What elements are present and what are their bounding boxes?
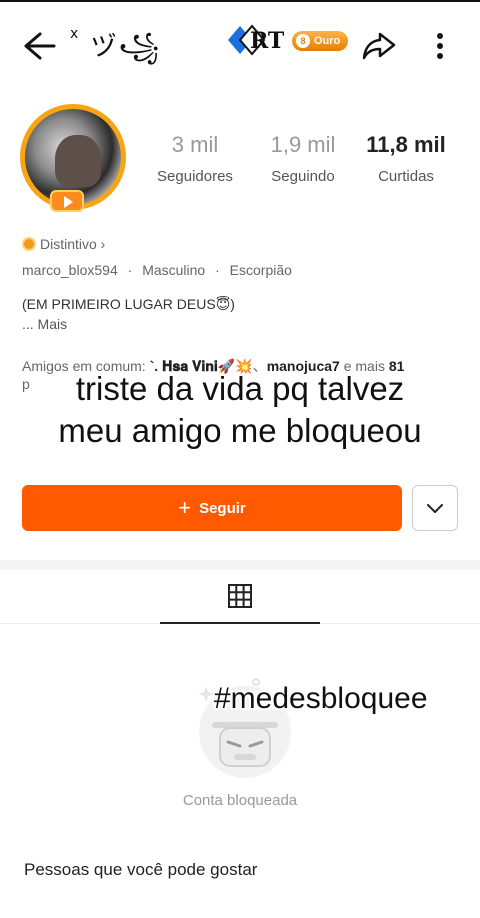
avatar-play-badge — [50, 190, 84, 212]
content-tabs — [0, 570, 480, 624]
gold-badge[interactable]: 8 Ouro — [292, 31, 349, 51]
more-options-icon[interactable] — [428, 28, 452, 64]
hashtag-overlay: #medesbloquee — [214, 682, 428, 715]
back-arrow-icon[interactable] — [18, 28, 58, 64]
followers-count: 3 mil — [171, 132, 219, 157]
distintivo-label: Distintivo › — [40, 236, 106, 252]
section-divider — [0, 560, 480, 570]
following-label: Seguindo — [271, 168, 335, 185]
badge-coin-icon: 8 — [296, 34, 310, 48]
likes-stat: 11,8 mil Curtidas — [351, 132, 461, 185]
chevron-down-icon — [427, 504, 443, 513]
followers-stat[interactable]: 3 mil Seguidores — [140, 132, 250, 185]
followers-label: Seguidores — [157, 168, 233, 185]
blocked-mascot-icon — [198, 678, 291, 778]
caption-line-2: meu amigo me bloqueou — [58, 412, 422, 449]
separator: · — [215, 262, 220, 278]
coin-icon — [22, 237, 36, 251]
share-icon[interactable] — [360, 28, 398, 64]
top-bar: x ヅ꧁ RT 8 Ouro — [0, 0, 480, 90]
grid-icon — [228, 584, 252, 608]
profile-username-decor: x ヅ꧁ — [70, 26, 161, 79]
clan-logo[interactable]: RT 8 Ouro — [228, 24, 349, 58]
username-glyphs: ヅ꧁ — [90, 32, 162, 62]
plus-icon: + — [178, 495, 192, 520]
follow-label: Seguir — [199, 499, 246, 517]
separator: · — [127, 262, 133, 278]
tab-posts-grid[interactable] — [160, 570, 320, 624]
blocked-label: Conta bloqueada — [182, 792, 298, 809]
following-count: 1,9 mil — [270, 132, 336, 157]
following-stat[interactable]: 1,9 mil Seguindo — [248, 132, 358, 185]
likes-label: Curtidas — [378, 168, 434, 185]
user-gender: Masculino — [142, 262, 206, 278]
profile-meta: marco_blox594 · Masculino · Escorpião — [22, 262, 292, 278]
caption-line-1: triste da vida pq talvez — [75, 370, 405, 407]
user-zodiac: Escorpião — [229, 262, 292, 278]
logo-text: RT — [250, 28, 285, 54]
bio-text: (EM PRIMEIRO LUGAR DEUS😇) — [22, 296, 235, 312]
blocked-state: #medesbloquee Conta bloqueada — [0, 624, 480, 844]
distintivo-link[interactable]: Distintivo › — [22, 236, 105, 252]
more-actions-dropdown[interactable] — [412, 485, 458, 531]
bio-more-link[interactable]: ... Mais — [22, 316, 67, 332]
badge-label: Ouro — [314, 35, 341, 47]
username-prefix: x — [70, 26, 81, 42]
avatar-character — [55, 135, 101, 187]
user-handle: marco_blox594 — [22, 262, 118, 278]
follow-button[interactable]: + Seguir — [22, 485, 402, 531]
diamond-logo-icon: RT — [228, 24, 288, 58]
likes-count: 11,8 mil — [366, 132, 446, 157]
suggestions-title: Pessoas que você pode gostar — [24, 860, 258, 879]
